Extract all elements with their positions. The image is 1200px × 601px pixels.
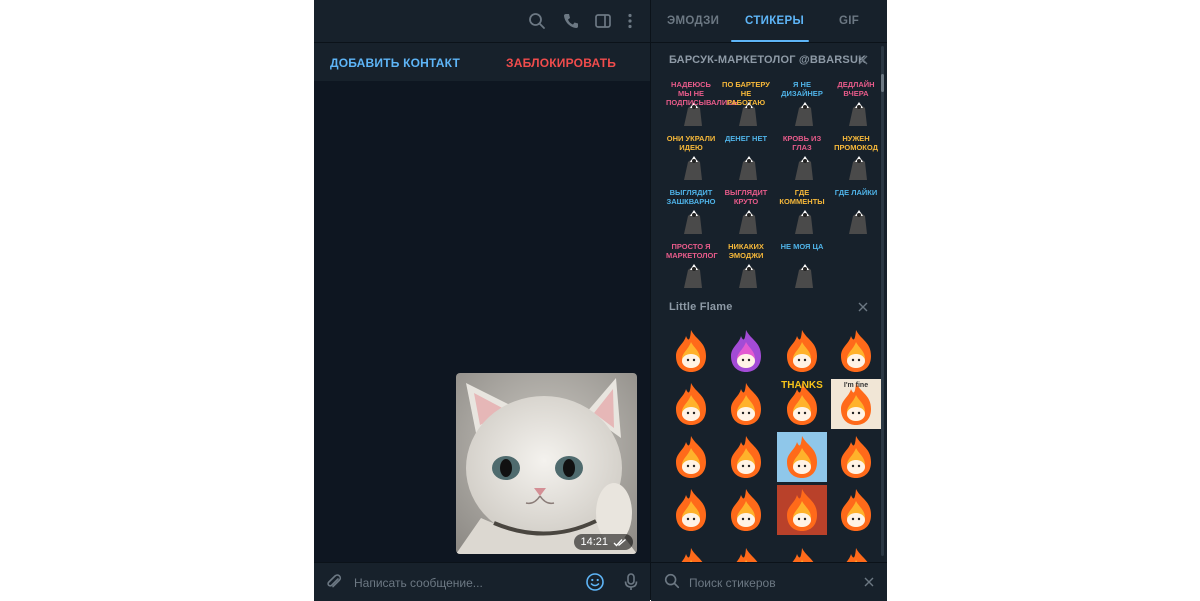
sticker-badger[interactable]: ГДЕ КОММЕНТЫ [777, 186, 827, 236]
sticker-badger[interactable]: ДЕНЕГ НЕТ [721, 132, 771, 182]
sticker-search-bar [651, 562, 887, 601]
active-tab-indicator [731, 40, 809, 42]
sticker-badger[interactable]: ВЫГЛЯДИТ КРУТО [721, 186, 771, 236]
sticker-flame-coffee[interactable] [721, 432, 771, 482]
add-contact-button[interactable]: ДОБАВИТЬ КОНТАКТ [330, 56, 460, 70]
sticker-caption: НУЖЕН ПРОМОКОД [834, 134, 878, 152]
sticker-caption: ДЕДЛАЙН ВЧЕРА [837, 80, 875, 98]
sticker-badger[interactable]: ПО БАРТЕРУ НЕ РАБОТАЮ [721, 78, 771, 128]
sticker-caption: ПРОСТО Я МАРКЕТОЛОГ [666, 242, 718, 260]
sticker-flame-rock[interactable] [777, 326, 827, 376]
sticker-caption: ГДЕ ЛАЙКИ [834, 188, 878, 197]
message-timestamp: 14:21 [574, 534, 633, 550]
close-icon[interactable] [857, 54, 869, 66]
sticker-flame-umbrella[interactable] [721, 485, 771, 535]
sticker-badger[interactable]: ОНИ УКРАЛИ ИДЕЮ [666, 132, 716, 182]
sticker-flame-tv[interactable]: I'm fine [831, 379, 881, 429]
sidebar-toggle-icon[interactable] [593, 11, 613, 31]
chat-header [314, 0, 650, 43]
sticker-flame-thanks[interactable]: THANKS [777, 379, 827, 429]
sticker-caption: I'm fine [843, 382, 869, 389]
cat-image [456, 373, 637, 554]
sticker-badger[interactable]: НИКАКИХ ЭМОДЖИ [721, 240, 771, 290]
sticker-scrollbar[interactable] [881, 46, 884, 556]
sticker-caption: ПО БАРТЕРУ НЕ РАБОТАЮ [722, 80, 770, 107]
sticker-badger[interactable]: Я НЕ ДИЗАЙНЕР [777, 78, 827, 128]
close-icon[interactable] [857, 301, 869, 313]
sticker-caption: ОНИ УКРАЛИ ИДЕЮ [666, 134, 716, 152]
emoji-icon[interactable] [585, 572, 605, 592]
cat-sticker-message[interactable]: 14:21 [456, 373, 637, 554]
sticker-flame-happy[interactable] [666, 326, 716, 376]
sticker-caption: КРОВЬ ИЗ ГЛАЗ [782, 134, 822, 152]
sticker-flame-sparkle[interactable] [831, 485, 881, 535]
sticker-badger[interactable]: ВЫГЛЯДИТ ЗАШКВАРНО [666, 186, 716, 236]
sticker-caption: ГДЕ КОММЕНТЫ [779, 188, 825, 206]
tab-emoji[interactable]: ЭМОДЗИ [667, 15, 719, 27]
block-user-button[interactable]: ЗАБЛОКИРОВАТЬ [506, 56, 616, 70]
tab-stickers[interactable]: СТИКЕРЫ [745, 15, 804, 27]
message-input[interactable] [352, 572, 576, 594]
emoji-panel-tabs: ЭМОДЗИ СТИКЕРЫ GIF [651, 0, 887, 43]
sticker-flame-partial[interactable] [831, 544, 881, 564]
sticker-flame-angry[interactable] [831, 326, 881, 376]
sticker-badger[interactable]: НУЖЕН ПРОМОКОД [831, 132, 881, 182]
sticker-caption: ВЫГЛЯДИТ ЗАШКВАРНО [666, 188, 716, 206]
sticker-caption: THANKS [781, 380, 823, 391]
sticker-caption: Я НЕ ДИЗАЙНЕР [781, 80, 823, 98]
phone-icon[interactable] [561, 11, 581, 31]
chat-column: ДОБАВИТЬ КОНТАКТ ЗАБЛОКИРОВАТЬ 14:21 Нап… [314, 0, 650, 601]
sticker-flame-partial[interactable] [721, 544, 771, 564]
sticker-caption: НЕ МОЯ ЦА [780, 242, 824, 251]
sticker-flame-plain[interactable] [666, 379, 716, 429]
search-icon [664, 573, 680, 589]
sticker-badger[interactable]: НАДЕЮСЬ МЫ НЕ ПОДПИСЫВАЛИСЬ [666, 78, 739, 128]
sticker-badger[interactable]: КРОВЬ ИЗ ГЛАЗ [777, 132, 827, 182]
sticker-set-title: Little Flame [669, 301, 733, 313]
sticker-flame-plain[interactable] [721, 379, 771, 429]
tab-gif[interactable]: GIF [839, 15, 859, 27]
attach-paperclip-icon[interactable] [324, 572, 344, 592]
sticker-badger[interactable]: НЕ МОЯ ЦА [777, 240, 827, 290]
sticker-flame-partial[interactable] [777, 544, 827, 564]
sticker-flame-fireplace[interactable] [777, 485, 827, 535]
sticker-caption: НАДЕЮСЬ МЫ НЕ ПОДПИСЫВАЛИСЬ [666, 80, 739, 107]
sticker-flame-partial[interactable] [666, 544, 716, 564]
more-vertical-icon[interactable] [620, 11, 640, 31]
search-icon[interactable] [527, 11, 547, 31]
contact-action-bar: ДОБАВИТЬ КОНТАКТ ЗАБЛОКИРОВАТЬ [314, 43, 650, 81]
telegram-window: ДОБАВИТЬ КОНТАКТ ЗАБЛОКИРОВАТЬ 14:21 Нап… [314, 0, 887, 601]
sticker-badger[interactable]: ГДЕ ЛАЙКИ [831, 186, 881, 236]
sticker-badger[interactable]: ПРОСТО Я МАРКЕТОЛОГ [666, 240, 718, 290]
sticker-flame-purple[interactable] [721, 326, 771, 376]
sticker-flame-laptop[interactable] [666, 432, 716, 482]
read-double-check-icon [613, 538, 626, 546]
sticker-panel: ЭМОДЗИ СТИКЕРЫ GIF БАРСУК-МАРКЕТОЛОГ @BB… [650, 0, 887, 601]
sticker-caption: ВЫГЛЯДИТ КРУТО [724, 188, 768, 206]
message-composer [314, 562, 650, 601]
clear-search-icon[interactable] [863, 576, 875, 588]
sticker-caption: НИКАКИХ ЭМОДЖИ [728, 242, 764, 260]
sticker-flame-yes[interactable] [666, 485, 716, 535]
sticker-flame-sky[interactable] [777, 432, 827, 482]
sticker-flame-love[interactable] [831, 432, 881, 482]
sticker-badger[interactable]: ДЕДЛАЙН ВЧЕРА [831, 78, 881, 128]
sticker-caption: ДЕНЕГ НЕТ [724, 134, 768, 143]
message-time: 14:21 [580, 536, 608, 548]
microphone-icon[interactable] [621, 572, 641, 592]
scrollbar-thumb[interactable] [881, 74, 884, 92]
sticker-set-title: БАРСУК-МАРКЕТОЛОГ @BBARSUK [669, 54, 867, 66]
sticker-search-input[interactable] [687, 573, 851, 593]
